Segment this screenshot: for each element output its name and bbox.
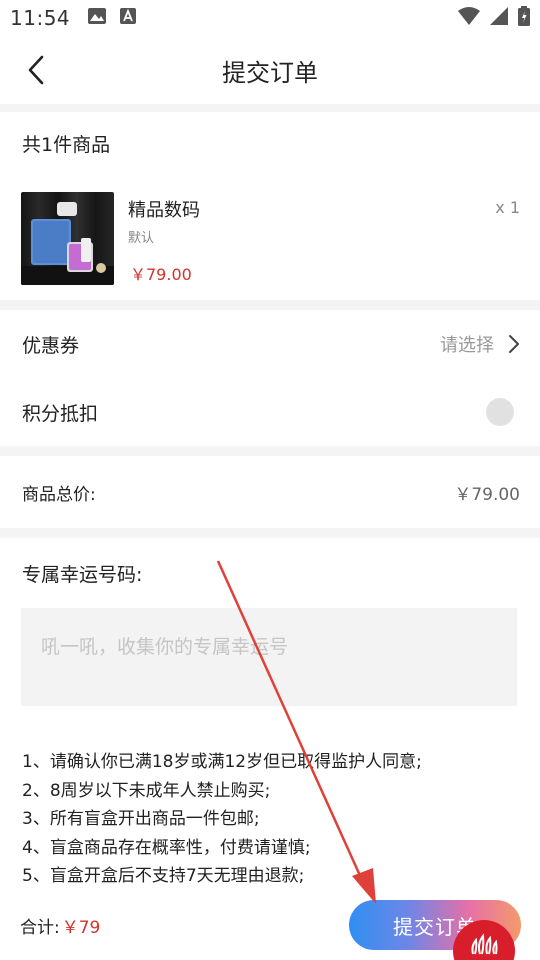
coupon-label: 优惠券 [22, 334, 80, 357]
page-title: 提交订单 [222, 58, 318, 87]
total-row: 商品总价: ￥79.00 [0, 458, 540, 526]
wifi-icon [458, 7, 480, 29]
lucky-number-input[interactable] [21, 608, 517, 706]
note-line: 3、所有盲盒开出商品一件包邮; [22, 809, 260, 829]
status-time: 11:54 [10, 6, 71, 30]
chevron-left-icon [28, 55, 44, 85]
points-toggle[interactable] [486, 398, 514, 426]
note-line: 4、盲盒商品存在概率性，付费请谨慎; [22, 837, 311, 858]
points-label: 积分抵扣 [22, 402, 99, 425]
product-name: 精品数码 [128, 200, 200, 221]
sum-label: 合计: [20, 917, 60, 938]
note-line: 2、8周岁以下未成年人禁止购买; [22, 780, 271, 801]
goods-section: 共1件商品 精品数码 默认 ￥79.00 x 1 [0, 112, 540, 300]
coupon-value: 请选择 [440, 335, 494, 356]
battery-icon [518, 6, 530, 30]
sum-value: ￥79 [61, 917, 101, 938]
points-row: 积分抵扣 [0, 378, 540, 446]
goods-count-label: 共1件商品 [22, 134, 111, 156]
coupon-row[interactable]: 优惠券 请选择 [0, 310, 540, 378]
nav-bar: 提交订单 [0, 36, 540, 104]
note-line: 5、盲盒开盒后不支持7天无理由退款; [22, 866, 305, 886]
a-notification-icon [120, 8, 137, 28]
back-button[interactable] [18, 52, 54, 88]
purchase-notes: 1、请确认你已满18岁或满12岁但已取得监护人同意; 2、8周岁以下未成年人禁止… [22, 748, 422, 891]
flame-icon [471, 933, 498, 955]
status-bar: 11:54 [0, 0, 540, 36]
product-quantity: x 1 [495, 198, 520, 217]
product-price: ￥79.00 [130, 265, 192, 284]
total-section: 商品总价: ￥79.00 [0, 456, 540, 528]
product-image[interactable] [21, 192, 114, 285]
lucky-number-title: 专属幸运号码: [22, 564, 143, 586]
discount-section: 优惠券 请选择 积分抵扣 [0, 310, 540, 446]
total-value: ￥79.00 [454, 484, 520, 505]
note-line: 1、请确认你已满18岁或满12岁但已取得监护人同意; [22, 752, 422, 772]
image-icon [88, 8, 107, 28]
total-label: 商品总价: [22, 484, 96, 505]
chevron-right-icon [509, 335, 519, 353]
product-spec: 默认 [128, 231, 155, 246]
signal-icon [490, 7, 508, 29]
